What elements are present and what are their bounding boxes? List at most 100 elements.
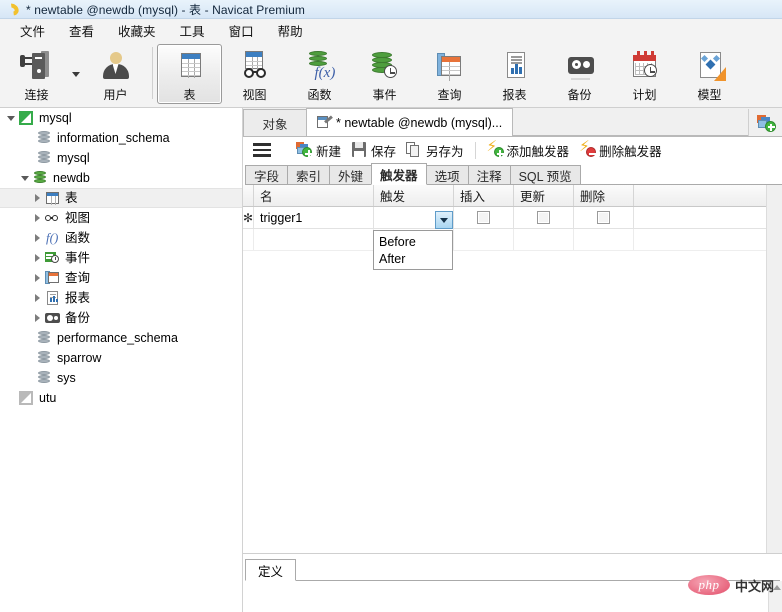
add-trigger-button[interactable]: 添加触发器 — [482, 139, 575, 161]
sidebar-node-utu-connection[interactable]: utu — [0, 388, 242, 408]
sidebar-node-queries[interactable]: 查询 — [0, 268, 242, 288]
sidebar-node-functions[interactable]: f() 函数 — [0, 228, 242, 248]
navigation-sidebar[interactable]: mysql information_schema mysql newdb 表 视… — [0, 108, 243, 612]
save-as-button[interactable]: 另存为 — [401, 139, 469, 161]
twisty-closed[interactable] — [30, 308, 44, 328]
watermark: php 中文网 — [687, 575, 774, 595]
toolbar-button-backup[interactable]: 备份 — [547, 44, 612, 104]
toolbar-label-backup: 备份 — [567, 88, 592, 102]
delete-trigger-label: 删除触发器 — [599, 144, 662, 159]
menu-tools[interactable]: 工具 — [168, 19, 217, 42]
view-icon — [44, 210, 61, 226]
dropdown-option-before[interactable]: Before — [374, 233, 452, 250]
toolbar-label-query: 查询 — [437, 88, 462, 102]
schedule-icon — [628, 50, 662, 82]
grid-header-trigger[interactable]: 触发 — [374, 185, 454, 206]
subtab-label: SQL 预览 — [518, 169, 572, 184]
subtab-label: 选项 — [434, 169, 460, 184]
new-tab-button[interactable] — [748, 109, 782, 136]
sidebar-node-tables[interactable]: 表 — [0, 188, 242, 208]
trigger-timing-dropdown-list[interactable]: Before After — [373, 230, 453, 270]
subtab-foreign-keys[interactable]: 外键 — [329, 165, 373, 185]
grid-header-name[interactable]: 名 — [254, 185, 374, 206]
sidebar-node-performance-schema[interactable]: performance_schema — [0, 328, 242, 348]
toolbar-button-query[interactable]: 查询 — [417, 44, 482, 104]
connection-icon — [19, 50, 54, 82]
toolbar-button-function[interactable]: f(x) 函数 — [287, 44, 352, 104]
tab-newtable-label: * newtable @newdb (mysql)... — [336, 115, 503, 130]
sidebar-node-sys[interactable]: sys — [0, 368, 242, 388]
delete-checkbox[interactable] — [597, 211, 610, 224]
menu-favorites[interactable]: 收藏夹 — [106, 19, 168, 42]
hamburger-menu-icon[interactable] — [253, 143, 271, 157]
tab-definition[interactable]: 定义 — [245, 559, 297, 581]
subtab-options[interactable]: 选项 — [425, 165, 469, 185]
toolbar-button-view[interactable]: 视图 — [222, 44, 287, 104]
menu-window[interactable]: 窗口 — [217, 19, 266, 42]
toolbar-label-view: 视图 — [242, 88, 267, 102]
sidebar-node-newdb[interactable]: newdb — [0, 168, 242, 188]
twisty-open[interactable] — [18, 168, 32, 188]
navicat-logo-icon — [3, 0, 22, 18]
subtab-label: 外键 — [338, 169, 364, 184]
save-button[interactable]: 保存 — [346, 139, 401, 161]
cell-insert[interactable] — [454, 207, 514, 228]
scroll-up-arrow-icon[interactable] — [773, 585, 781, 590]
subtab-triggers[interactable]: 触发器 — [371, 163, 427, 185]
twisty-closed[interactable] — [30, 188, 44, 208]
toolbar-button-model[interactable]: 模型 — [677, 44, 742, 104]
grid-header-update[interactable]: 更新 — [514, 185, 574, 206]
subtab-fields[interactable]: 字段 — [245, 165, 289, 185]
report-icon — [498, 50, 532, 82]
grid-vertical-scrollbar[interactable] — [766, 185, 782, 553]
sidebar-node-information-schema[interactable]: information_schema — [0, 128, 242, 148]
sidebar-node-mysql-db[interactable]: mysql — [0, 148, 242, 168]
update-checkbox[interactable] — [537, 211, 550, 224]
cell-delete[interactable] — [574, 207, 634, 228]
tab-objects[interactable]: 对象 — [243, 109, 307, 136]
twisty-closed[interactable] — [30, 288, 44, 308]
main-toolbar: 连接 用户 表 视图 f(x) 函数 事件 查询 报表 备份 计划 模型 — [0, 41, 782, 108]
tab-newtable-document[interactable]: * newtable @newdb (mysql)... — [306, 108, 514, 136]
sidebar-node-mysql-connection[interactable]: mysql — [0, 108, 242, 128]
grid-header-insert[interactable]: 插入 — [454, 185, 514, 206]
toolbar-button-table[interactable]: 表 — [157, 44, 222, 104]
cell-update[interactable] — [514, 207, 574, 228]
row-marker: ✻ — [243, 207, 254, 228]
toolbar-button-schedule[interactable]: 计划 — [612, 44, 677, 104]
insert-checkbox[interactable] — [477, 211, 490, 224]
twisty-closed[interactable] — [30, 248, 44, 268]
twisty-open[interactable] — [4, 108, 18, 128]
toolbar-button-report[interactable]: 报表 — [482, 44, 547, 104]
new-trigger-button[interactable]: 新建 — [291, 139, 346, 161]
subtab-indexes[interactable]: 索引 — [287, 165, 331, 185]
trigger-timing-dropdown-button[interactable] — [435, 211, 453, 229]
sidebar-node-sparrow[interactable]: sparrow — [0, 348, 242, 368]
menu-file[interactable]: 文件 — [8, 19, 57, 42]
table-row[interactable]: ✻ trigger1 — [243, 207, 782, 229]
twisty-closed[interactable] — [30, 228, 44, 248]
twisty-closed[interactable] — [30, 208, 44, 228]
subtab-sql-preview[interactable]: SQL 预览 — [509, 165, 581, 185]
add-trigger-label: 添加触发器 — [506, 144, 570, 159]
toolbar-button-event[interactable]: 事件 — [352, 44, 417, 104]
delete-trigger-button[interactable]: 删除触发器 — [574, 139, 667, 161]
chevron-down-icon — [72, 71, 80, 77]
sidebar-node-reports[interactable]: 报表 — [0, 288, 242, 308]
save-label: 保存 — [371, 144, 397, 159]
menu-view[interactable]: 查看 — [57, 19, 106, 42]
subtab-comment[interactable]: 注释 — [467, 165, 511, 185]
sidebar-node-backups[interactable]: 备份 — [0, 308, 242, 328]
sidebar-label: sys — [57, 371, 76, 385]
cell-trigger-name[interactable]: trigger1 — [254, 207, 374, 228]
menu-help[interactable]: 帮助 — [266, 19, 315, 42]
toolbar-button-connection[interactable]: 连接 — [4, 44, 69, 104]
function-icon: f(x) — [303, 50, 337, 82]
grid-header-delete[interactable]: 删除 — [574, 185, 634, 206]
toolbar-button-user[interactable]: 用户 — [83, 44, 148, 104]
twisty-closed[interactable] — [30, 268, 44, 288]
connection-dropdown-arrow[interactable] — [69, 44, 83, 104]
sidebar-node-events[interactable]: 事件 — [0, 248, 242, 268]
sidebar-node-views[interactable]: 视图 — [0, 208, 242, 228]
dropdown-option-after[interactable]: After — [374, 250, 452, 267]
